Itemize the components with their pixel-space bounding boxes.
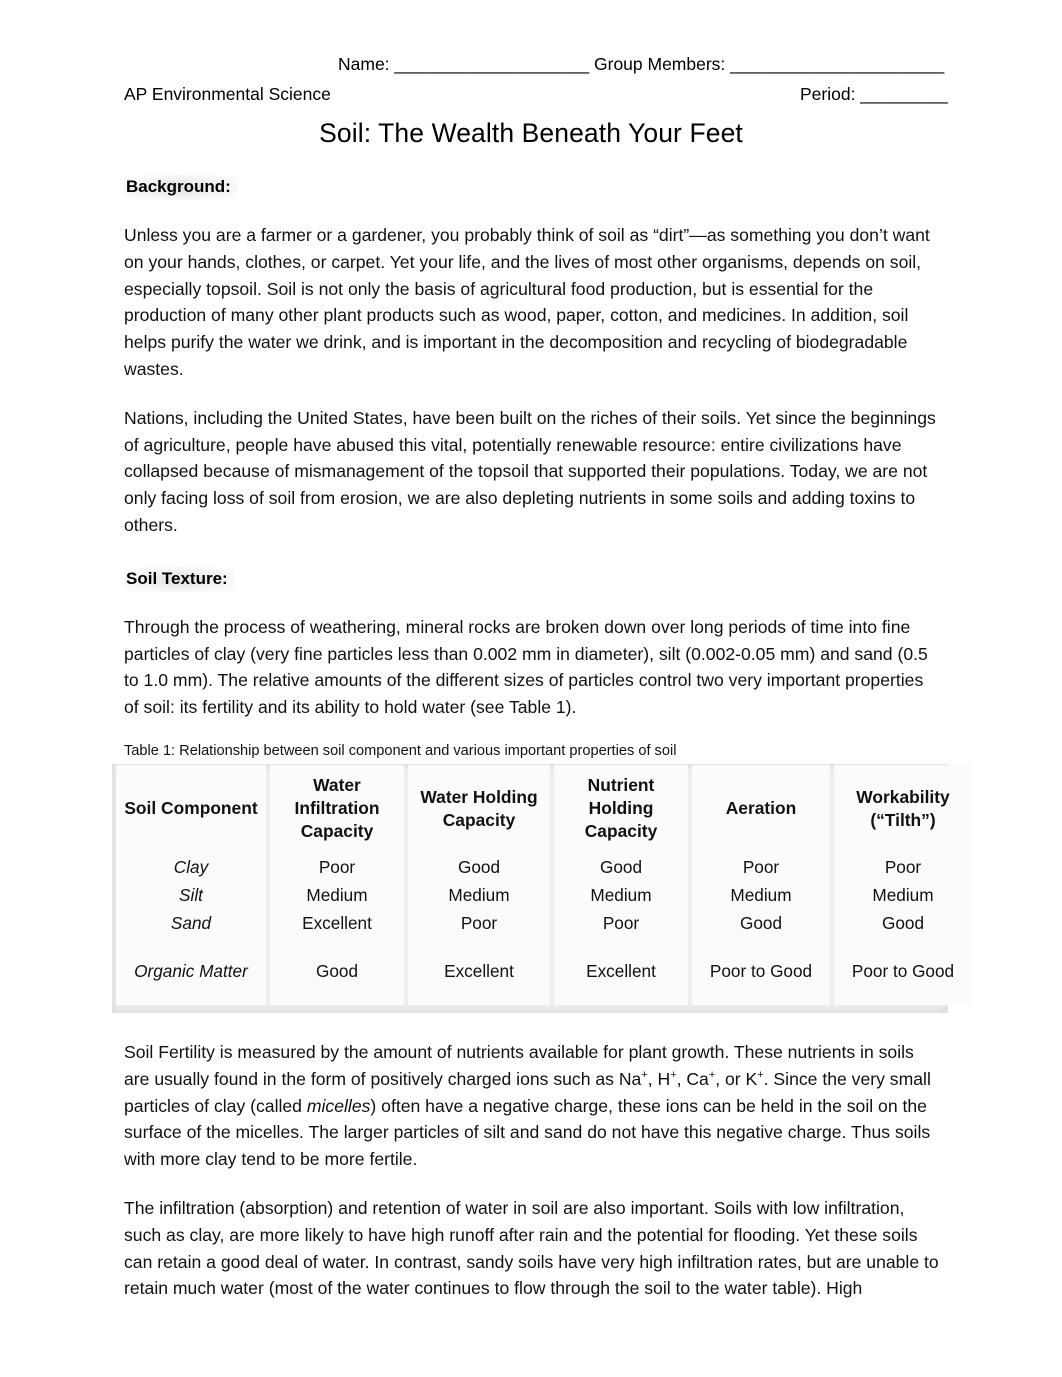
table-cell: Good [408, 852, 550, 881]
table-cell: Medium [554, 880, 688, 909]
document-header: Name: ____________________ Group Members… [0, 54, 1062, 114]
table-cell-component: Sand [116, 908, 266, 937]
soil-table-container: Soil Component Water Infiltration Capaci… [112, 763, 972, 1013]
section-heading-background: Background: [124, 175, 940, 200]
table-header-cell: Aeration [692, 764, 830, 853]
table-cell: Good [554, 852, 688, 881]
micelles-italic-term: micelles [306, 1095, 371, 1116]
page-title: Soil: The Wealth Beneath Your Feet [319, 118, 743, 148]
fertility-text-2: , H [647, 1068, 671, 1089]
table-spacer [124, 1013, 940, 1039]
table-cell-component: Silt [116, 880, 266, 909]
course-name: AP Environmental Science [124, 84, 331, 104]
soil-properties-table: Soil Component Water Infiltration Capaci… [112, 764, 976, 1005]
fertility-text-3: , Ca [676, 1068, 709, 1089]
table-cell: Excellent [270, 908, 404, 937]
table-cell: Poor [408, 908, 550, 937]
table-cell: Good [270, 936, 404, 1005]
table-row: Clay Poor Good Good Poor Poor [116, 852, 972, 881]
document-page: Name: ____________________ Group Members… [0, 0, 1062, 1377]
infiltration-paragraph: The infiltration (absorption) and retent… [124, 1197, 939, 1299]
table-header-row: Soil Component Water Infiltration Capaci… [116, 764, 972, 853]
table-cell: Poor [834, 852, 972, 881]
table-caption: Table 1: Relationship between soil compo… [124, 742, 677, 759]
group-members-field-label: Group Members: ______________________ [594, 54, 945, 74]
background-paragraph-2: Nations, including the United States, ha… [124, 407, 936, 535]
table-cell: Excellent [408, 936, 550, 1005]
table-row: Sand Excellent Poor Poor Good Good [116, 908, 972, 937]
table-cell: Poor [270, 852, 404, 881]
table-header-cell: Workability (“Tilth”) [834, 764, 972, 853]
table-cell: Good [834, 908, 972, 937]
section-heading-soil-texture-label: Soil Texture: [124, 566, 234, 592]
table-cell: Poor [692, 852, 830, 881]
period-field-label: Period: _________ [800, 84, 948, 104]
table-cell: Medium [692, 880, 830, 909]
table-row: Organic Matter Good Excellent Excellent … [116, 936, 972, 1005]
table-cell-component: Organic Matter [116, 936, 266, 1005]
fertility-text-4: , or K [715, 1068, 758, 1089]
table-cell: Medium [834, 880, 972, 909]
document-body: Background: Unless you are a farmer or a… [112, 175, 972, 1324]
table-header-cell: Nutrient Holding Capacity [554, 764, 688, 853]
table-cell: Poor [554, 908, 688, 937]
table-cell: Good [692, 908, 830, 937]
section-heading-soil-texture: Soil Texture: [124, 566, 940, 592]
fertility-paragraph: Soil Fertility is measured by the amount… [124, 1039, 940, 1173]
table-header-cell: Water Holding Capacity [408, 764, 550, 853]
table-cell: Poor to Good [834, 936, 972, 1005]
table-header-cell: Soil Component [116, 764, 266, 853]
table-cell-component: Clay [116, 852, 266, 881]
table-cell: Medium [408, 880, 550, 909]
header-row-top: Name: ____________________ Group Members… [0, 54, 1062, 84]
table-cell: Poor to Good [692, 936, 830, 1005]
table-header-cell: Water Infiltration Capacity [270, 764, 404, 853]
table-cell: Excellent [554, 936, 688, 1005]
name-field-label: Name: ____________________ [338, 54, 590, 74]
header-row-bottom: AP Environmental Science Period: _______… [0, 84, 1062, 114]
section-heading-background-label: Background: [124, 175, 237, 200]
table-cell: Medium [270, 880, 404, 909]
soil-texture-paragraph-1: Through the process of weathering, miner… [124, 616, 928, 718]
background-paragraph-1: Unless you are a farmer or a gardener, y… [124, 225, 930, 379]
table-row: Silt Medium Medium Medium Medium Medium [116, 880, 972, 909]
